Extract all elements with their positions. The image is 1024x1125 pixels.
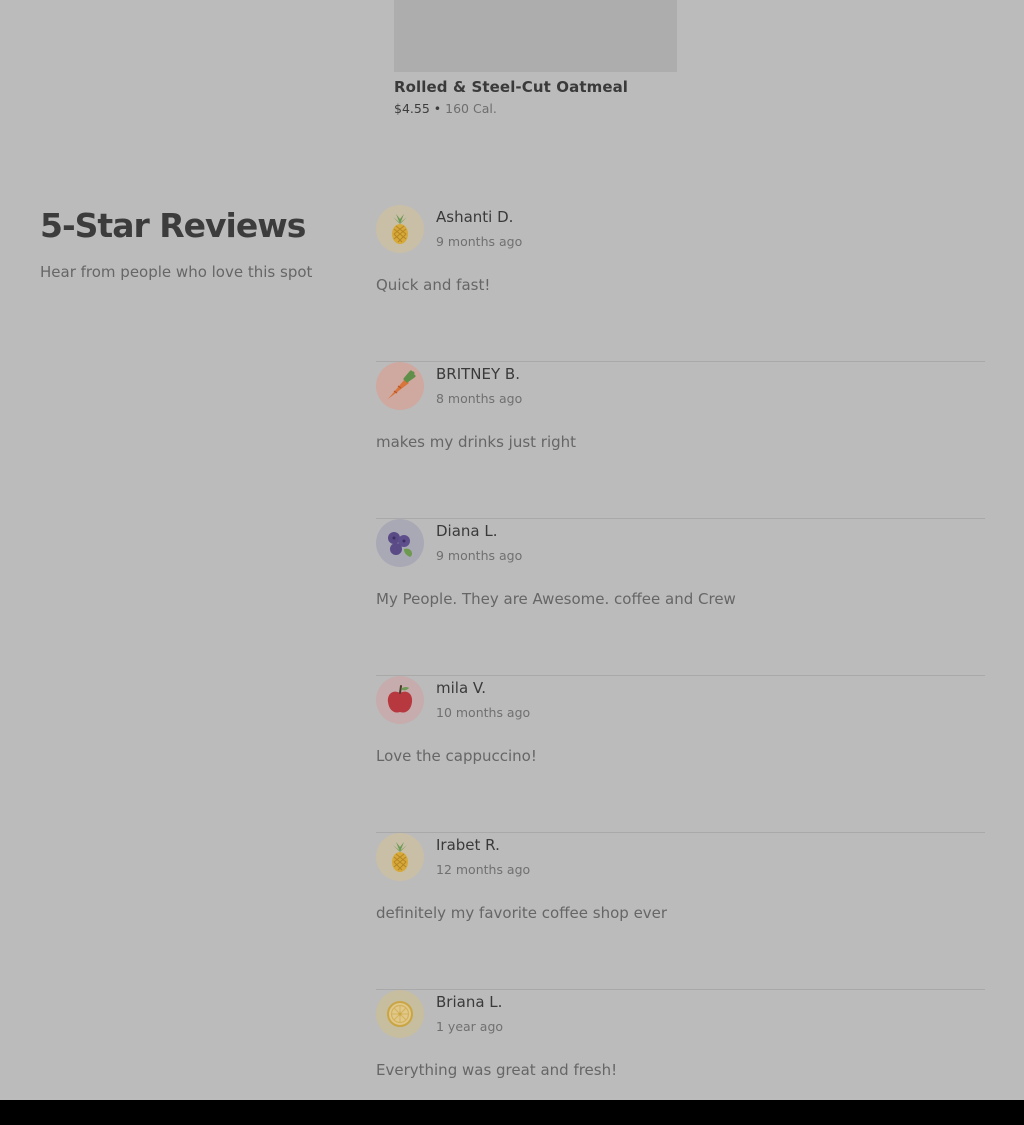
review-item: Ashanti D. 9 months ago Quick and fast!: [376, 205, 985, 362]
review-item: Diana L. 9 months ago My People. They ar…: [376, 519, 985, 676]
bottom-bar: [0, 1100, 1024, 1125]
reviewer-name: Ashanti D.: [436, 208, 514, 226]
avatar: [376, 519, 424, 567]
review-text: Everything was great and fresh!: [376, 1061, 618, 1079]
review-text: Love the cappuccino!: [376, 747, 537, 765]
review-text: makes my drinks just right: [376, 433, 577, 451]
product-price: $4.55: [394, 101, 430, 116]
review-date: 9 months ago: [436, 548, 523, 563]
reviewer-name: Diana L.: [436, 522, 498, 540]
avatar: [376, 833, 424, 881]
reviewer-name: BRITNEY B.: [436, 365, 520, 383]
reviews-title: 5-Star Reviews: [40, 206, 306, 245]
reviewer-name: mila V.: [436, 679, 487, 697]
reviewer-name: Briana L.: [436, 993, 503, 1011]
review-text: My People. They are Awesome. coffee and …: [376, 590, 736, 608]
avatar: [376, 676, 424, 724]
lemon-icon: [387, 1001, 413, 1027]
product-calories: 160 Cal.: [445, 101, 497, 116]
product-image[interactable]: [394, 0, 677, 72]
review-text: Quick and fast!: [376, 276, 491, 294]
review-date: 8 months ago: [436, 391, 523, 406]
product-name[interactable]: Rolled & Steel-Cut Oatmeal: [394, 78, 677, 96]
product-meta: $4.55 • 160 Cal.: [394, 101, 677, 116]
avatar: [376, 205, 424, 253]
meta-separator: •: [433, 101, 442, 116]
reviews-header: 5-Star Reviews Hear from people who love…: [40, 206, 340, 281]
review-date: 12 months ago: [436, 862, 531, 877]
pineapple-icon: [392, 214, 408, 244]
avatar: [376, 362, 424, 410]
apple-icon: [387, 685, 413, 713]
avatar: [376, 990, 424, 1038]
review-date: 10 months ago: [436, 705, 531, 720]
review-date: 9 months ago: [436, 234, 523, 249]
reviews-list: Ashanti D. 9 months ago Quick and fast! …: [376, 205, 985, 1125]
reviewer-name: Irabet R.: [436, 836, 500, 854]
review-item: BRITNEY B. 8 months ago makes my drinks …: [376, 362, 985, 519]
product-card[interactable]: Rolled & Steel-Cut Oatmeal $4.55 • 160 C…: [394, 0, 677, 116]
reviews-subtitle: Hear from people who love this spot: [40, 263, 313, 281]
pineapple-icon: [392, 842, 408, 872]
review-date: 1 year ago: [436, 1019, 504, 1034]
review-item: mila V. 10 months ago Love the cappuccin…: [376, 676, 985, 833]
blueberry-icon: [388, 532, 412, 557]
review-item: Irabet R. 12 months ago definitely my fa…: [376, 833, 985, 990]
carrot-icon: [388, 370, 416, 399]
review-text: definitely my favorite coffee shop ever: [376, 904, 668, 922]
